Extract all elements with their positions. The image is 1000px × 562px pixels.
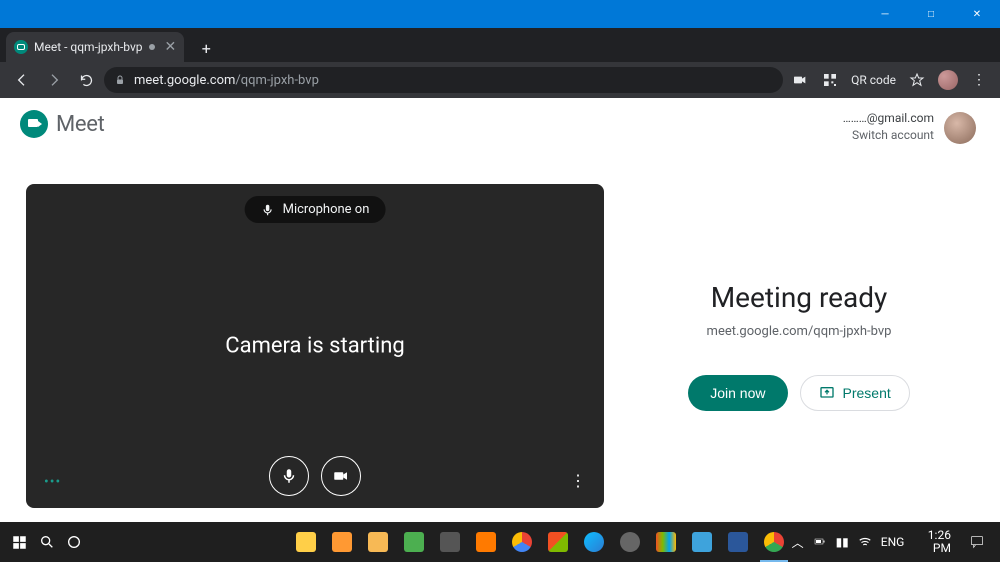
taskbar-app-explorer[interactable] [288, 522, 324, 562]
search-button[interactable] [33, 522, 60, 562]
join-panel: Meeting ready meet.google.com/qqm-jpxh-b… [624, 184, 974, 508]
page-content: Meet ………@gmail.com Switch account Microp… [0, 98, 1000, 522]
meet-logo[interactable]: Meet [20, 110, 105, 138]
toggle-camera-button[interactable] [321, 456, 361, 496]
tray-clock[interactable]: 1:26 PM [912, 529, 957, 555]
account-email: ………@gmail.com [843, 110, 934, 127]
tab-close-button[interactable]: ✕ [165, 39, 177, 55]
taskbar-app-photos[interactable] [684, 522, 720, 562]
window-minimize-button[interactable]: ─ [862, 0, 908, 28]
new-tab-button[interactable]: + [192, 34, 220, 62]
toggle-mic-button[interactable] [269, 456, 309, 496]
browser-tabstrip: Meet - qqm-jpxh-bvp ✕ + [0, 28, 1000, 62]
camera-permission-icon[interactable] [787, 67, 813, 93]
tray-wifi-icon[interactable] [857, 535, 873, 549]
taskbar-app-ms[interactable] [540, 522, 576, 562]
back-button[interactable] [8, 66, 36, 94]
switch-account-link[interactable]: Switch account [843, 127, 934, 144]
browser-toolbar: meet.google.com/qqm-jpxh-bvp QR code ⋮ [0, 62, 1000, 98]
taskbar-app-chrome2[interactable] [504, 522, 540, 562]
taskbar-app-volume[interactable] [612, 522, 648, 562]
present-label: Present [843, 385, 891, 401]
window-maximize-button[interactable]: □ [908, 0, 954, 28]
taskbar-app-green[interactable] [396, 522, 432, 562]
qr-extension-label[interactable]: QR code [847, 73, 900, 87]
browser-tab[interactable]: Meet - qqm-jpxh-bvp ✕ [6, 32, 184, 62]
mic-icon [261, 203, 275, 217]
start-button[interactable] [6, 522, 33, 562]
taskbar-app-store[interactable] [324, 522, 360, 562]
taskbar-app-mail[interactable] [360, 522, 396, 562]
reload-button[interactable] [72, 66, 100, 94]
taskbar-app-vlc[interactable] [468, 522, 504, 562]
lock-icon [114, 74, 126, 86]
meeting-title: Meeting ready [711, 281, 888, 314]
taskbar-app-word[interactable] [720, 522, 756, 562]
tab-title: Meet - qqm-jpxh-bvp [34, 40, 143, 54]
cortana-button[interactable] [60, 522, 87, 562]
tray-network-icon[interactable]: ▮▮ [836, 535, 849, 549]
tray-language[interactable]: ENG [881, 535, 905, 549]
taskbar-app-settings[interactable] [432, 522, 468, 562]
meeting-url: meet.google.com/qqm-jpxh-bvp [707, 324, 892, 339]
action-center-button[interactable] [965, 534, 990, 550]
present-icon [819, 385, 835, 401]
qr-extension-icon[interactable] [817, 67, 843, 93]
tray-battery-icon[interactable] [812, 536, 828, 548]
bookmark-star-icon[interactable] [904, 67, 930, 93]
meet-logo-text: Meet [56, 112, 105, 137]
meet-header: Meet ………@gmail.com Switch account [0, 98, 1000, 144]
chrome-menu-button[interactable]: ⋮ [966, 72, 992, 88]
forward-button[interactable] [40, 66, 68, 94]
join-now-button[interactable]: Join now [688, 375, 787, 411]
url-path: /qqm-jpxh-bvp [235, 73, 318, 88]
tray-chevron-icon[interactable]: ︿ [792, 534, 804, 551]
windows-taskbar: ︿ ▮▮ ENG 1:26 PM [0, 522, 1000, 562]
meet-favicon [14, 40, 28, 54]
account-area: ………@gmail.com Switch account [843, 110, 976, 144]
taskbar-app-office[interactable] [648, 522, 684, 562]
tab-loading-indicator [149, 44, 155, 50]
url-domain: meet.google.com [134, 73, 235, 88]
preview-controls [26, 456, 604, 496]
camera-status-text: Camera is starting [225, 334, 404, 359]
address-bar[interactable]: meet.google.com/qqm-jpxh-bvp [104, 67, 783, 93]
hangouts-meet-icon [20, 110, 48, 138]
account-avatar[interactable] [944, 112, 976, 144]
windows-titlebar: ─ □ ✕ [0, 0, 1000, 28]
present-button[interactable]: Present [800, 375, 910, 411]
chrome-profile-avatar[interactable] [938, 70, 958, 90]
mic-status-text: Microphone on [283, 202, 370, 217]
window-close-button[interactable]: ✕ [954, 0, 1000, 28]
taskbar-app-edge[interactable] [576, 522, 612, 562]
mic-status-pill: Microphone on [245, 196, 386, 223]
system-tray: ︿ ▮▮ ENG 1:26 PM [792, 529, 994, 555]
taskbar-apps [288, 522, 792, 562]
video-preview: Microphone on Camera is starting ••• ⋮ [26, 184, 604, 508]
taskbar-app-chrome[interactable] [756, 522, 792, 562]
preview-more-options[interactable]: ⋮ [570, 471, 586, 490]
